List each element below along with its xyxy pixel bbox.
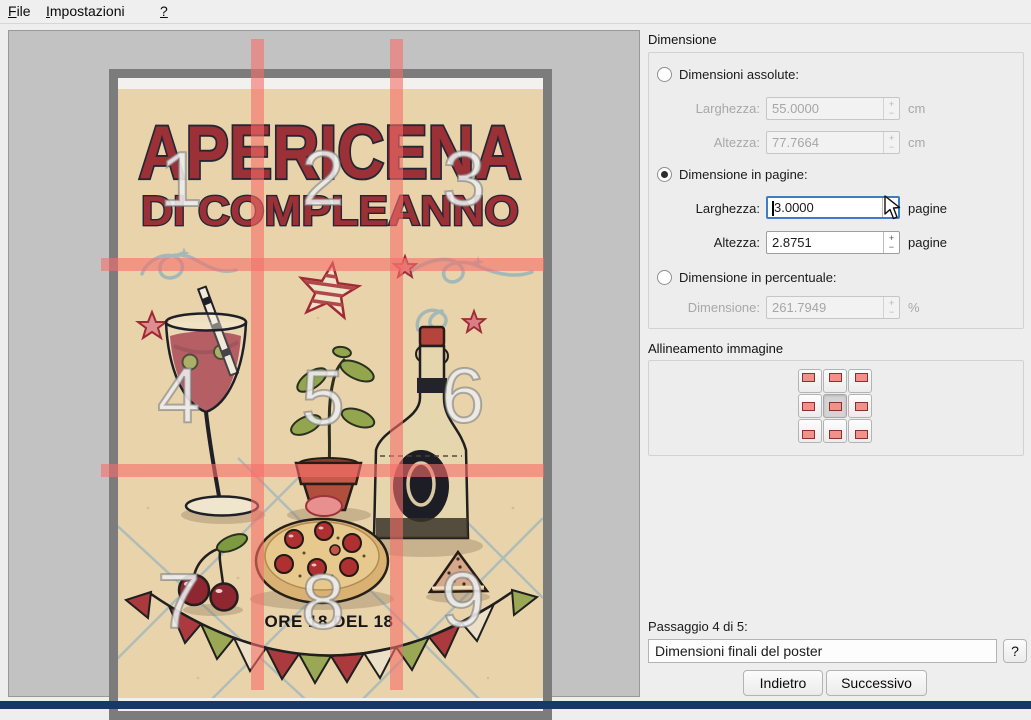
radio-dimensioni-assolute[interactable]: Dimensioni assolute:	[657, 67, 799, 82]
spin-buttons-dimensione-percento: + −	[883, 297, 899, 318]
page-grid-line-horizontal-1	[101, 258, 544, 271]
status-bar	[0, 701, 1031, 709]
alignment-grid	[798, 369, 872, 443]
menubar: File Impostazioni ?	[0, 0, 1031, 24]
menu-file[interactable]: File	[8, 3, 31, 19]
alignment-middle-center-icon	[829, 402, 842, 411]
label-altezza-pagine: Altezza:	[650, 235, 760, 250]
spin-buttons-altezza-pagine[interactable]: + −	[883, 232, 899, 253]
alignment-top-left-icon	[802, 373, 815, 382]
spin-down-icon: −	[889, 308, 894, 317]
spinbox-altezza-pagine[interactable]: 2.8751 + −	[766, 231, 900, 254]
wizard-step-title-field: Dimensioni finali del poster	[648, 639, 997, 663]
value-larghezza-cm: 55.0000	[772, 101, 819, 116]
page-number-2: 2	[301, 139, 344, 217]
page-grid-line-vertical-2	[390, 39, 403, 690]
page-number-7: 7	[157, 562, 200, 640]
spin-buttons-larghezza-cm: + −	[883, 98, 899, 119]
spin-down-icon: −	[889, 143, 894, 152]
help-button[interactable]: ?	[1003, 639, 1027, 663]
radio-label-percentuale: Dimensione in percentuale:	[679, 270, 837, 285]
page-number-3: 3	[442, 139, 485, 217]
page-grid-line-vertical-1	[251, 39, 264, 690]
page-number-6: 6	[441, 356, 484, 434]
radio-label-pagine: Dimensione in pagine:	[679, 167, 808, 182]
alignment-button-bottom-right[interactable]	[848, 419, 872, 443]
alignment-button-middle-center[interactable]	[823, 394, 847, 418]
spinbox-altezza-cm: 77.7664 + −	[766, 131, 900, 154]
next-button[interactable]: Successivo	[826, 670, 927, 696]
alignment-button-top-right[interactable]	[848, 369, 872, 393]
spin-down-icon[interactable]: −	[889, 243, 894, 252]
alignment-top-right-icon	[855, 373, 868, 382]
alignment-button-top-center[interactable]	[823, 369, 847, 393]
menu-help[interactable]: ?	[160, 3, 168, 19]
radio-dimensione-in-percentuale[interactable]: Dimensione in percentuale:	[657, 270, 837, 285]
spinbox-dimensione-percento: 261.7949 + −	[766, 296, 900, 319]
spinbox-larghezza-cm: 55.0000 + −	[766, 97, 900, 120]
alignment-group-title: Allineamento immagine	[648, 341, 783, 356]
label-altezza-cm: Altezza:	[650, 135, 760, 150]
page-number-5: 5	[301, 358, 344, 436]
alignment-bottom-left-icon	[802, 430, 815, 439]
back-button[interactable]: Indietro	[743, 670, 823, 696]
alignment-bottom-right-icon	[855, 430, 868, 439]
alignment-middle-left-icon	[802, 402, 815, 411]
value-larghezza-pagine: 3.0000	[774, 200, 814, 215]
alignment-middle-right-icon	[855, 402, 868, 411]
unit-larghezza-cm: cm	[908, 101, 925, 116]
spin-buttons-larghezza-pagine[interactable]	[882, 198, 898, 217]
alignment-button-middle-left[interactable]	[798, 394, 822, 418]
spinbox-larghezza-pagine[interactable]: 3.0000	[766, 196, 900, 219]
radio-circle-pagine[interactable]	[657, 167, 672, 182]
value-altezza-pagine: 2.8751	[772, 235, 812, 250]
page-grid-line-horizontal-2	[101, 464, 544, 477]
spin-down-icon: −	[889, 109, 894, 118]
page-number-4: 4	[157, 356, 200, 434]
alignment-button-middle-right[interactable]	[848, 394, 872, 418]
label-larghezza-cm: Larghezza:	[650, 101, 760, 116]
dimension-group-title: Dimensione	[648, 32, 717, 47]
unit-altezza-pagine: pagine	[908, 235, 947, 250]
alignment-bottom-center-icon	[829, 430, 842, 439]
radio-circle-assolute[interactable]	[657, 67, 672, 82]
unit-altezza-cm: cm	[908, 135, 925, 150]
alignment-button-bottom-left[interactable]	[798, 419, 822, 443]
wizard-step-label: Passaggio 4 di 5:	[648, 619, 748, 634]
value-dimensione-percento: 261.7949	[772, 300, 826, 315]
menu-impostazioni[interactable]: Impostazioni	[46, 3, 125, 19]
spin-buttons-altezza-cm: + −	[883, 132, 899, 153]
radio-dimensione-in-pagine[interactable]: Dimensione in pagine:	[657, 167, 808, 182]
unit-larghezza-pagine: pagine	[908, 201, 947, 216]
alignment-top-center-icon	[829, 373, 842, 382]
alignment-button-top-left[interactable]	[798, 369, 822, 393]
application-window: File Impostazioni ?	[0, 0, 1031, 709]
page-number-8: 8	[301, 562, 344, 640]
radio-circle-percentuale[interactable]	[657, 270, 672, 285]
page-number-9: 9	[441, 560, 484, 638]
radio-label-assolute: Dimensioni assolute:	[679, 67, 799, 82]
value-altezza-cm: 77.7664	[772, 135, 819, 150]
unit-dimensione-percento: %	[908, 300, 920, 315]
page-number-1: 1	[159, 140, 202, 218]
dimension-group-box	[648, 52, 1024, 329]
label-dimensione-percento: Dimensione:	[650, 300, 760, 315]
label-larghezza-pagine: Larghezza:	[650, 201, 760, 216]
alignment-button-bottom-center[interactable]	[823, 419, 847, 443]
poster-preview-panel: APERICENA DI COMPLEANNO	[8, 30, 640, 697]
